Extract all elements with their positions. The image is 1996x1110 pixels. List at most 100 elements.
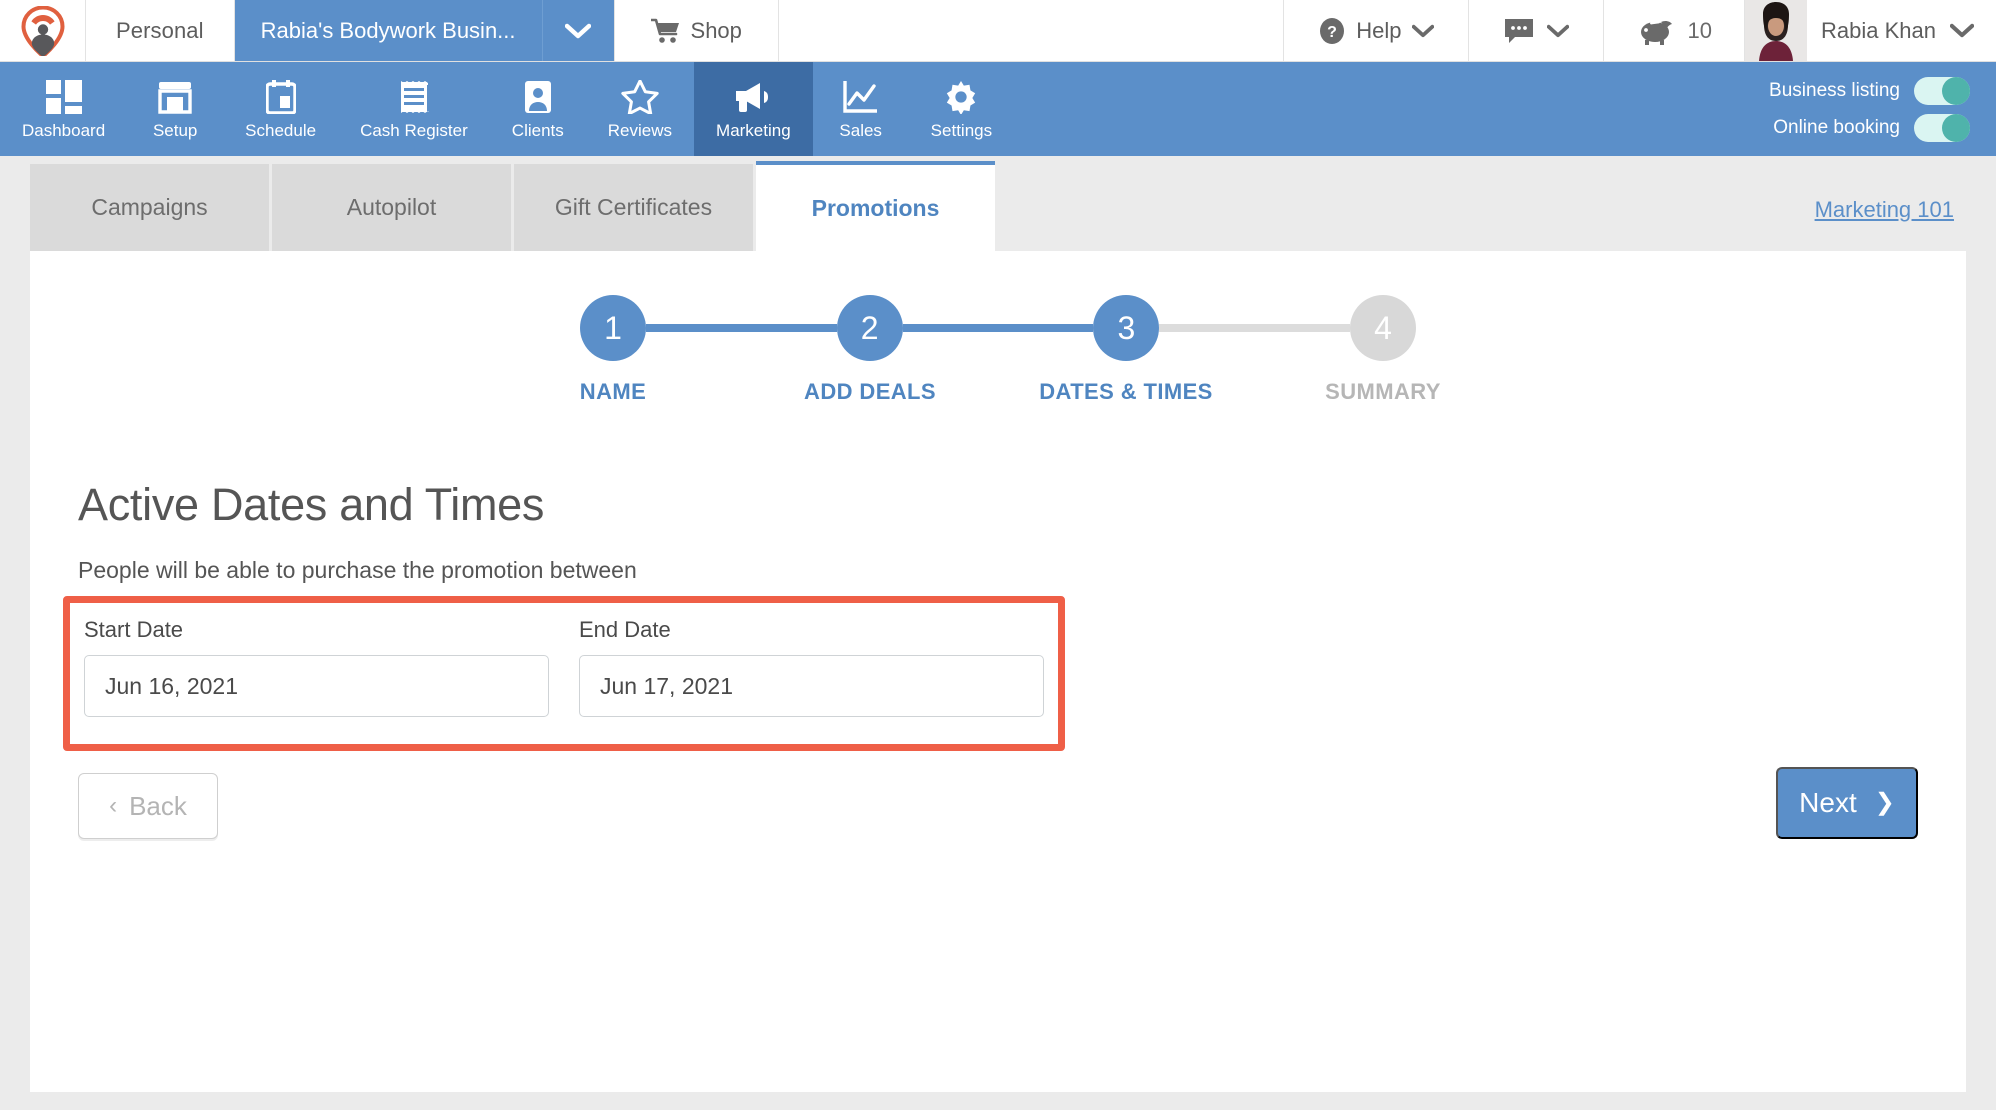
- nav-label: Schedule: [245, 120, 317, 140]
- shop-button[interactable]: Shop: [613, 0, 779, 61]
- nav-toggles: Business listing Online booking: [1769, 62, 1996, 156]
- next-label: Next: [1799, 787, 1857, 818]
- start-date-label: Start Date: [84, 617, 184, 642]
- chevron-down-icon: [1950, 23, 1974, 38]
- nav-label: Setup: [152, 120, 198, 140]
- shop-label: Shop: [690, 17, 742, 43]
- help-menu[interactable]: ? Help: [1284, 0, 1469, 61]
- tab-promotions[interactable]: Promotions: [756, 161, 995, 251]
- step-label-add-deals: ADD DEALS: [804, 379, 936, 404]
- stepper-bar-1: [646, 324, 837, 332]
- nav-item-clients[interactable]: Clients: [490, 62, 586, 156]
- topbar-spacer: [779, 0, 1285, 61]
- rewards-points[interactable]: 10: [1604, 0, 1746, 61]
- nav-item-dashboard[interactable]: Dashboard: [0, 62, 127, 156]
- nav-label: Dashboard: [22, 120, 106, 140]
- tab-list: Campaigns Autopilot Gift Certificates Pr…: [30, 161, 995, 251]
- nav-label: Sales: [839, 120, 882, 140]
- chevron-right-icon: ❯: [1874, 789, 1895, 816]
- step-number: 2: [860, 309, 879, 346]
- nav-item-cash-register[interactable]: Cash Register: [338, 62, 490, 156]
- step-circle-1[interactable]: 1: [580, 295, 646, 361]
- step-label-name: NAME: [579, 379, 647, 404]
- online-booking-toggle[interactable]: [1914, 113, 1970, 142]
- back-label: Back: [129, 790, 187, 821]
- step-label-summary: SUMMARY: [1325, 379, 1441, 404]
- dashboard-grid-icon: [45, 79, 82, 114]
- user-name: Rabia Khan: [1821, 17, 1936, 43]
- main-navigation: Dashboard Setup Schedule Cash Register C…: [0, 62, 1996, 156]
- page-title: Active Dates and Times: [78, 479, 545, 530]
- nav-item-setup[interactable]: Setup: [127, 62, 223, 156]
- nav-label: Settings: [930, 120, 993, 140]
- step-circle-2[interactable]: 2: [836, 295, 903, 361]
- wizard-stepper: 1 2 3 4 NAME ADD DEALS DATES & TIMES SUM…: [579, 251, 1440, 409]
- rewards-count: 10: [1687, 17, 1713, 43]
- nav-label: Cash Register: [360, 120, 468, 140]
- map-pin-person-logo: [20, 5, 65, 56]
- next-button[interactable]: Next ❯: [1776, 767, 1918, 839]
- stepper-bar-3: [1159, 324, 1351, 332]
- megaphone-icon: [732, 80, 774, 114]
- promotion-wizard-panel: 1 2 3 4 NAME ADD DEALS DATES & TIMES SUM…: [30, 251, 1966, 1092]
- calendar-icon: [265, 79, 296, 114]
- tab-campaigns[interactable]: Campaigns: [30, 164, 269, 251]
- personal-account-tab[interactable]: Personal: [86, 0, 235, 61]
- nav-item-marketing[interactable]: Marketing: [694, 62, 813, 156]
- back-button[interactable]: ‹ Back: [78, 773, 218, 839]
- question-circle-icon: ?: [1320, 17, 1345, 44]
- online-booking-label: Online booking: [1773, 116, 1900, 138]
- line-chart-icon: [842, 80, 879, 114]
- tab-label: Gift Certificates: [554, 194, 713, 220]
- stepper-track: 1 2 3 4: [580, 295, 1417, 361]
- chevron-left-icon: ‹: [109, 792, 118, 819]
- nav-label: Clients: [511, 120, 564, 140]
- nav-item-reviews[interactable]: Reviews: [586, 62, 694, 156]
- piggy-bank-icon: [1640, 20, 1672, 45]
- storefront-icon: [157, 80, 193, 114]
- step-circle-3[interactable]: 3: [1093, 295, 1160, 361]
- chevron-down-icon: [1411, 24, 1434, 37]
- chat-bubble-icon: [1504, 18, 1533, 43]
- business-account-dropdown[interactable]: [541, 0, 614, 61]
- end-date-label: End Date: [579, 617, 671, 642]
- chevron-down-icon: [565, 23, 592, 38]
- top-bar: Personal Rabia's Bodywork Busin... Shop …: [0, 0, 1996, 62]
- tab-label: Promotions: [811, 194, 940, 221]
- nav-item-sales[interactable]: Sales: [813, 62, 909, 156]
- tab-label: Autopilot: [346, 194, 437, 220]
- step-label-dates-times: DATES & TIMES: [1039, 379, 1213, 404]
- active-dates-highlight: Start Date Jun 16, 2021 End Date Jun 17,…: [63, 596, 1065, 751]
- tab-label: Campaigns: [91, 194, 208, 220]
- start-date-field-group: Start Date Jun 16, 2021: [84, 617, 549, 717]
- business-label: Rabia's Bodywork Busin...: [260, 17, 516, 43]
- nav-item-settings[interactable]: Settings: [909, 62, 1014, 156]
- end-date-field-group: End Date Jun 17, 2021: [579, 617, 1044, 717]
- marketing-tabs: Campaigns Autopilot Gift Certificates Pr…: [0, 156, 1996, 251]
- receipt-icon: [399, 80, 429, 114]
- online-booking-toggle-row: Online booking: [1773, 113, 1970, 142]
- business-listing-label: Business listing: [1769, 79, 1900, 101]
- avatar: [1745, 0, 1808, 61]
- tab-gift-certificates[interactable]: Gift Certificates: [514, 164, 753, 251]
- user-menu[interactable]: Rabia Khan: [1745, 0, 1996, 61]
- tab-autopilot[interactable]: Autopilot: [272, 164, 511, 251]
- business-listing-toggle[interactable]: [1914, 76, 1970, 105]
- gear-icon: [943, 80, 979, 114]
- marketing-101-link[interactable]: Marketing 101: [1815, 197, 1966, 251]
- chevron-down-icon: [1546, 24, 1569, 37]
- avatar-image: [1745, 0, 1808, 61]
- step-number: 3: [1117, 309, 1136, 346]
- start-date-input[interactable]: Jun 16, 2021: [84, 655, 549, 717]
- business-account-tab[interactable]: Rabia's Bodywork Busin...: [234, 0, 542, 61]
- date-fields-row: Start Date Jun 16, 2021 End Date Jun 17,…: [70, 603, 1058, 717]
- page-subtitle: People will be able to purchase the prom…: [78, 557, 637, 583]
- step-number: 1: [604, 309, 622, 346]
- step-circle-4[interactable]: 4: [1350, 295, 1417, 361]
- end-date-input[interactable]: Jun 17, 2021: [579, 655, 1044, 717]
- nav-item-schedule[interactable]: Schedule: [223, 62, 338, 156]
- business-listing-toggle-row: Business listing: [1769, 76, 1970, 105]
- chat-menu[interactable]: [1469, 0, 1604, 61]
- stepper-bar-2: [902, 324, 1094, 332]
- app-logo[interactable]: [0, 0, 86, 61]
